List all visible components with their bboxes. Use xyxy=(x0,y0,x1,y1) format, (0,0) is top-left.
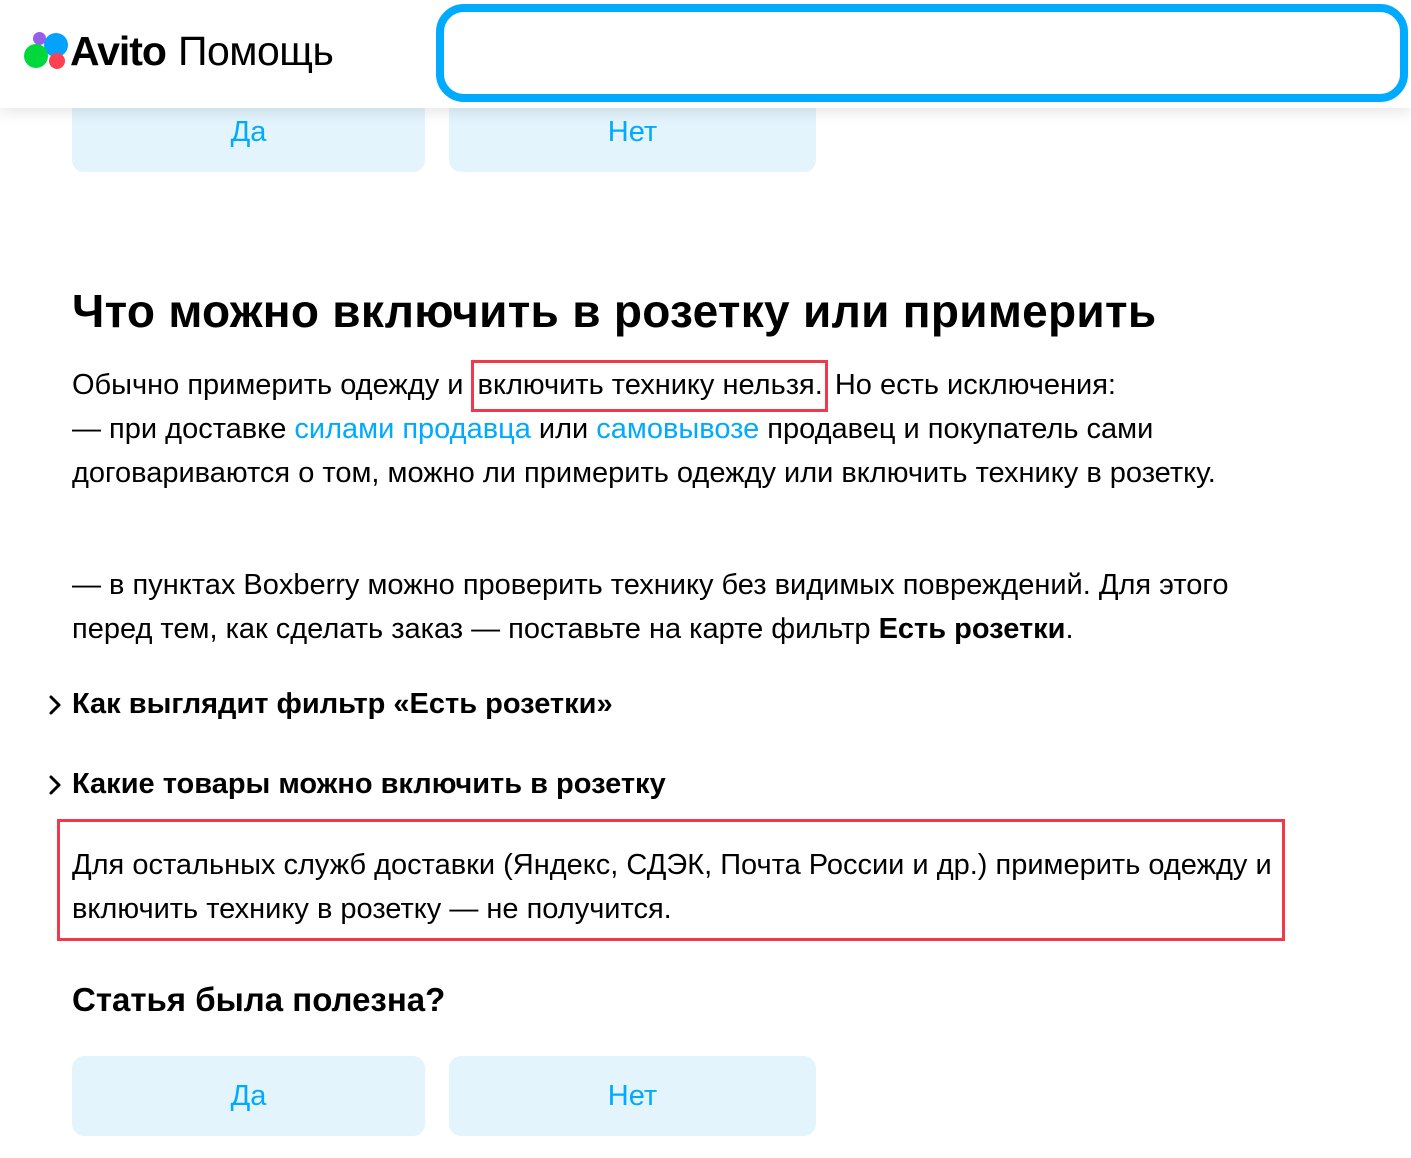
seller-delivery-link[interactable]: силами продавца xyxy=(294,413,530,445)
filter-name: Есть розетки xyxy=(878,613,1066,645)
other-services-note: Для остальных служб доставки (Яндекс, СД… xyxy=(72,849,1272,925)
intro-text-3: — при доставке xyxy=(72,413,295,445)
logo-brand-text: Avito xyxy=(70,27,167,74)
green-dot xyxy=(24,44,48,68)
avito-help-logo[interactable]: Avito Помощь xyxy=(24,27,334,74)
intro-text-2: Но есть исключения: xyxy=(826,369,1116,401)
article-title: Что можно включить в розетку или примери… xyxy=(72,285,1157,337)
chevron-right-icon xyxy=(38,774,72,796)
feedback-question: Статья была полезна? xyxy=(72,981,446,1018)
accordion-label: Как выглядит фильтр «Есть розетки» xyxy=(72,688,613,720)
feedback-yes-button[interactable]: Да xyxy=(72,1056,425,1136)
accordion-filter-look[interactable]: Как выглядит фильтр «Есть розетки» xyxy=(38,688,613,721)
intro-paragraph: Обычно примерить одежду и включить техни… xyxy=(72,360,1302,495)
boxberry-paragraph: — в пунктах Boxberry можно проверить тех… xyxy=(72,563,1302,651)
logo-section-text: Помощь xyxy=(177,27,334,74)
intro-text-4: или xyxy=(530,413,597,445)
accordion-label: Какие товары можно включить в розетку xyxy=(72,768,666,800)
avito-dots-icon xyxy=(24,29,68,73)
intro-text-1: Обычно примерить одежду и xyxy=(72,369,472,401)
highlighted-phrase: включить технику нельзя. xyxy=(470,360,828,412)
search-input[interactable] xyxy=(436,4,1408,102)
red-dot xyxy=(49,53,65,69)
feedback-no-button[interactable]: Нет xyxy=(449,1056,816,1136)
pickup-link[interactable]: самовывозе xyxy=(596,413,759,445)
boxberry-text-2: . xyxy=(1065,613,1074,645)
chevron-right-icon xyxy=(38,694,72,716)
accordion-allowed-items[interactable]: Какие товары можно включить в розетку xyxy=(38,768,666,801)
top-header: Avito Помощь xyxy=(0,0,1411,108)
